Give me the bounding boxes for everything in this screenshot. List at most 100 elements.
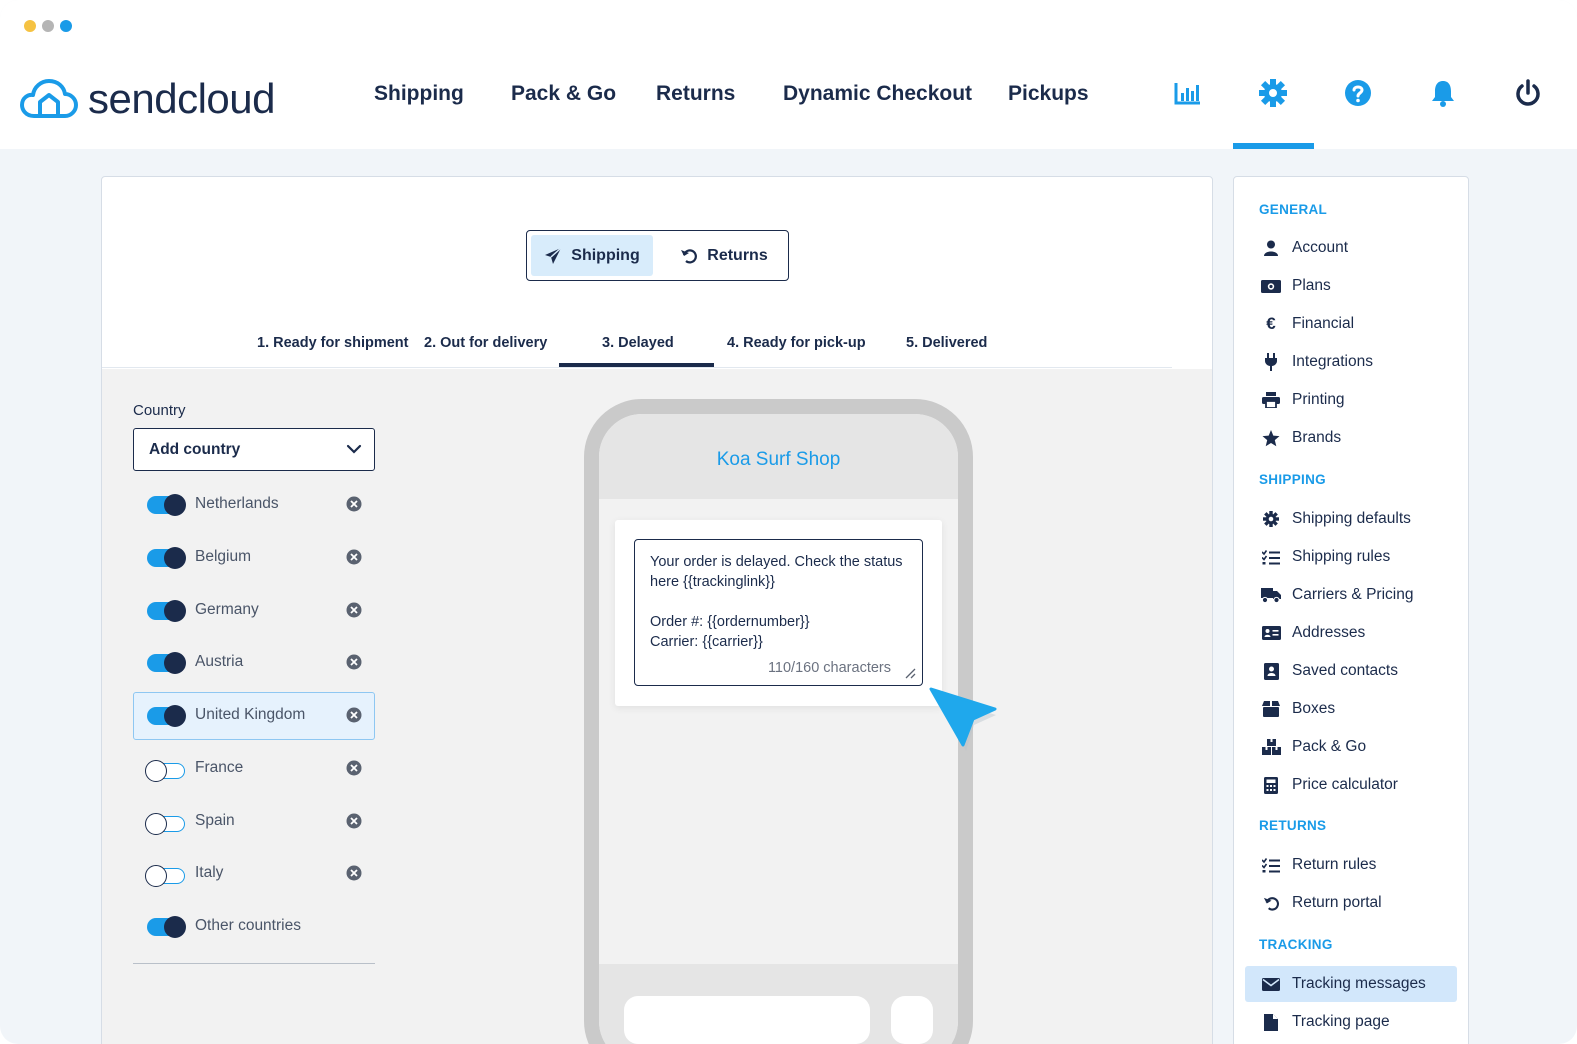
sidebar-item-return-rules[interactable]: Return rules — [1245, 847, 1457, 883]
country-row-united-kingdom[interactable]: United Kingdom — [133, 692, 375, 740]
sidebar-item-account[interactable]: Account — [1245, 230, 1457, 266]
euro-icon: € — [1266, 314, 1276, 333]
remove-icon[interactable] — [346, 654, 362, 670]
segment-returns-label: Returns — [707, 246, 768, 264]
country-row-germany: Germany — [133, 587, 375, 635]
remove-icon[interactable] — [346, 707, 362, 723]
toggle-switch[interactable] — [145, 865, 185, 887]
message-text: Your order is delayed. Check the status … — [650, 554, 903, 650]
sidebar-section-general: GENERAL — [1259, 202, 1328, 217]
toggle-switch[interactable] — [147, 652, 186, 674]
country-label: Country — [133, 402, 186, 419]
sidebar-item-return-portal[interactable]: Return portal — [1245, 885, 1457, 921]
notifications-icon[interactable] — [1426, 76, 1460, 110]
sidebar-item-integrations[interactable]: Integrations — [1245, 344, 1457, 380]
sidebar-item-label: Brands — [1292, 429, 1342, 446]
power-icon[interactable] — [1511, 76, 1545, 110]
sidebar-item-label: Financial — [1292, 315, 1355, 332]
analytics-icon[interactable] — [1171, 76, 1205, 110]
phone-header: Koa Surf Shop — [599, 414, 958, 499]
window-dot-blue[interactable] — [60, 20, 72, 32]
tab-delivered[interactable]: 5. Delivered — [906, 335, 987, 351]
sidebar-item-label: Account — [1292, 239, 1349, 256]
window-dot-gray[interactable] — [42, 20, 54, 32]
sidebar-item-plans[interactable]: Plans — [1245, 268, 1457, 304]
country-row-italy: Italy — [133, 850, 375, 898]
country-name: Italy — [195, 864, 224, 881]
country-name: France — [195, 759, 244, 776]
segment-shipping-button[interactable]: Shipping — [531, 235, 653, 276]
country-row-belgium: Belgium — [133, 534, 375, 582]
plug-icon — [1261, 353, 1281, 371]
boxes-icon — [1261, 738, 1281, 756]
tab-ready-for-pickup[interactable]: 4. Ready for pick-up — [727, 335, 866, 351]
sidebar-item-label: Plans — [1292, 277, 1331, 294]
checklist-icon — [1261, 856, 1281, 874]
truck-icon — [1261, 586, 1281, 604]
toggle-switch[interactable] — [147, 547, 186, 569]
phone-footer — [599, 964, 958, 1044]
add-country-dropdown[interactable]: Add country — [133, 428, 375, 471]
sidebar-item-financial[interactable]: € Financial — [1245, 306, 1457, 342]
country-name: Spain — [195, 812, 235, 829]
sidebar-item-brands[interactable]: Brands — [1245, 420, 1457, 456]
sidebar-item-printing[interactable]: Printing — [1245, 382, 1457, 418]
sidebar-item-addresses[interactable]: Addresses — [1245, 615, 1457, 651]
toggle-switch[interactable] — [145, 760, 185, 782]
sidebar-item-shipping-defaults[interactable]: Shipping defaults — [1245, 501, 1457, 537]
segment-returns-button[interactable]: Returns — [663, 235, 785, 276]
character-count: 110/160 characters — [767, 660, 891, 676]
country-row-netherlands: Netherlands — [133, 481, 375, 529]
toggle-switch[interactable] — [145, 813, 185, 835]
remove-icon[interactable] — [346, 549, 362, 565]
tab-out-for-delivery[interactable]: 2. Out for delivery — [424, 335, 547, 351]
toggle-switch[interactable] — [147, 494, 186, 516]
tab-delayed[interactable]: 3. Delayed — [602, 335, 674, 351]
sidebar-section-tracking: TRACKING — [1259, 937, 1333, 952]
sendcloud-logo[interactable]: sendcloud — [20, 74, 275, 124]
toggle-switch[interactable] — [147, 600, 186, 622]
nav-dynamic-checkout[interactable]: Dynamic Checkout — [783, 82, 972, 106]
sidebar-item-tracking-messages[interactable]: Tracking messages — [1245, 966, 1457, 1002]
sidebar-item-label: Price calculator — [1292, 776, 1398, 793]
country-name: United Kingdom — [195, 706, 306, 723]
window-dot-yellow[interactable] — [24, 20, 36, 32]
chevron-down-icon — [346, 444, 362, 454]
resize-handle-icon[interactable] — [904, 667, 916, 679]
message-textarea[interactable]: Your order is delayed. Check the status … — [634, 539, 923, 686]
remove-icon[interactable] — [346, 602, 362, 618]
tab-ready-for-shipment[interactable]: 1. Ready for shipment — [257, 335, 408, 351]
sidebar-item-boxes[interactable]: Boxes — [1245, 691, 1457, 727]
nav-pack-and-go[interactable]: Pack & Go — [511, 82, 616, 106]
country-list-divider — [133, 963, 375, 964]
nav-pickups[interactable]: Pickups — [1008, 82, 1089, 106]
toggle-switch[interactable] — [147, 705, 186, 727]
country-name: Belgium — [195, 548, 251, 565]
remove-icon[interactable] — [346, 496, 362, 512]
sidebar-item-pack-and-go[interactable]: Pack & Go — [1245, 729, 1457, 765]
sidebar-item-shipping-rules[interactable]: Shipping rules — [1245, 539, 1457, 575]
sidebar-item-saved-contacts[interactable]: Saved contacts — [1245, 653, 1457, 689]
toggle-switch[interactable] — [147, 916, 186, 938]
settings-icon[interactable] — [1256, 76, 1290, 110]
remove-icon[interactable] — [346, 760, 362, 776]
sidebar-item-price-calculator[interactable]: Price calculator — [1245, 767, 1457, 803]
remove-icon[interactable] — [346, 865, 362, 881]
title-bar — [0, 0, 1577, 52]
country-name: Austria — [195, 653, 244, 670]
phone-send-placeholder — [891, 996, 933, 1044]
top-navigation: sendcloud Shipping Pack & Go Returns Dyn… — [0, 52, 1577, 149]
undo-icon — [681, 248, 698, 263]
sidebar-item-carriers-pricing[interactable]: Carriers & Pricing — [1245, 577, 1457, 613]
sidebar-item-tracking-page[interactable]: Tracking page — [1245, 1004, 1457, 1040]
remove-icon[interactable] — [346, 813, 362, 829]
message-bubble: Your order is delayed. Check the status … — [615, 520, 942, 706]
phone-preview: Koa Surf Shop — [584, 399, 973, 1044]
nav-shipping[interactable]: Shipping — [374, 82, 464, 106]
sidebar-item-label: Shipping rules — [1292, 548, 1391, 565]
nav-returns[interactable]: Returns — [656, 82, 735, 106]
status-step-tabs: 1. Ready for shipment 2. Out for deliver… — [102, 323, 1172, 368]
printer-icon — [1261, 391, 1281, 409]
tracking-messages-panel: Shipping Returns 1. Ready for shipment 2… — [101, 176, 1213, 1044]
help-icon[interactable] — [1341, 76, 1375, 110]
